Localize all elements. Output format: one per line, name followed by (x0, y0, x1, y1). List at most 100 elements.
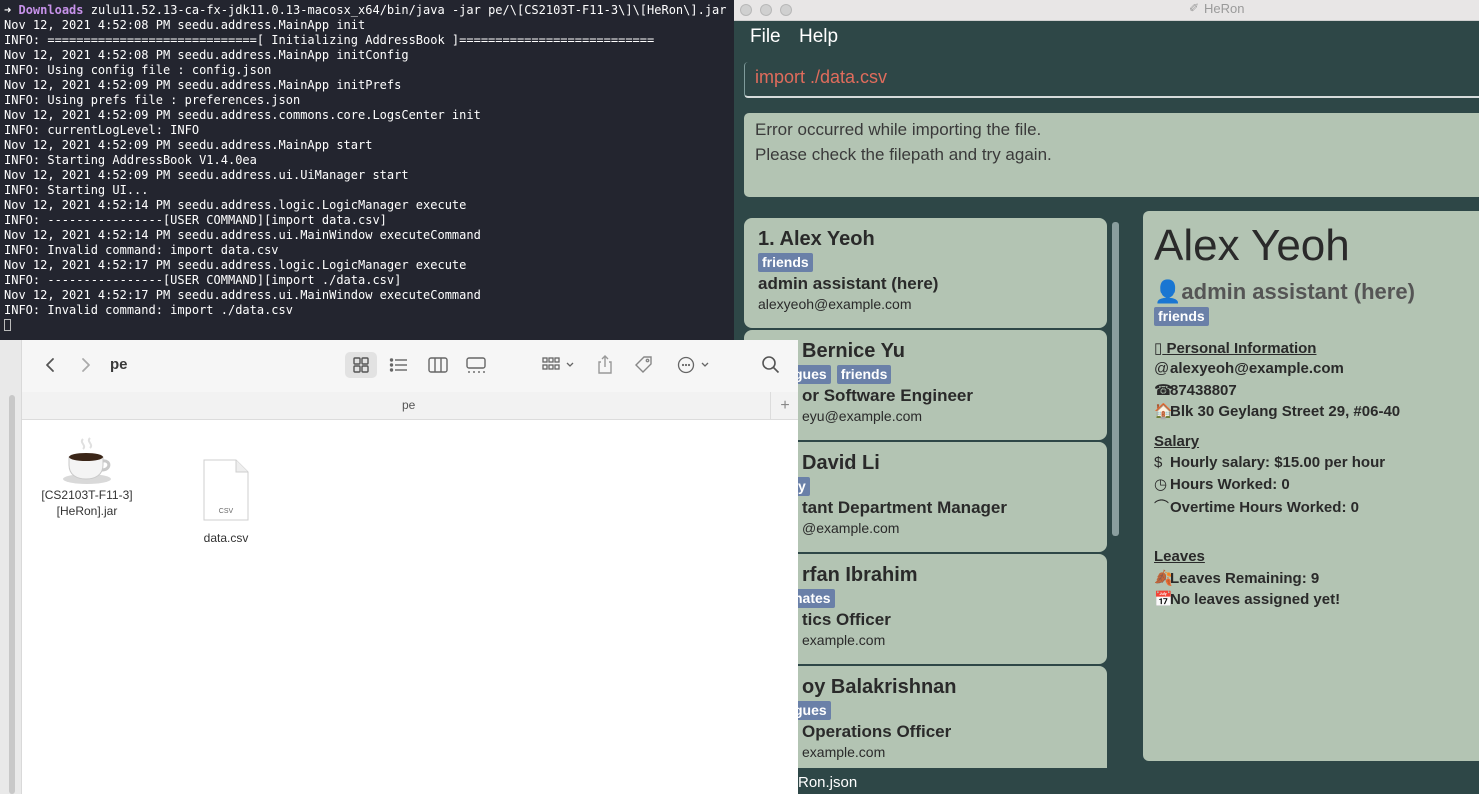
file-item[interactable]: CSV data.csv (196, 458, 256, 546)
person-email: example.com (802, 744, 886, 760)
terminal-window[interactable]: ➜ Downloads zulu11.52.13-ca-fx-jdk11.0.1… (0, 0, 734, 340)
minimize-window-button[interactable] (760, 4, 772, 16)
window-titlebar[interactable]: ✐ HeRon (734, 0, 1479, 21)
result-line: Please check the filepath and try again. (755, 145, 1052, 164)
person-detail-panel: Alex Yeoh 👤admin assistant (here) friend… (1143, 211, 1479, 761)
log-line: Nov 12, 2021 4:52:08 PM seedu.address.Ma… (4, 48, 409, 62)
detail-overtime: ⌒Overtime Hours Worked: 0 (1154, 496, 1359, 517)
person-card[interactable]: David Li y tant Department Manager @exam… (744, 442, 1107, 552)
search-icon[interactable] (758, 352, 784, 378)
menu-bar: File Help (734, 21, 1479, 55)
detail-hours-worked: ◷ Hours Worked: 0 (1154, 475, 1290, 493)
list-view-icon[interactable] (386, 352, 412, 378)
person-role: tics Officer (802, 610, 891, 629)
forward-chevron-icon[interactable] (74, 352, 96, 378)
command-input[interactable] (755, 67, 1455, 88)
file-item[interactable]: [CS2103T-F11-3] [HeRon].jar (34, 435, 140, 519)
person-card[interactable]: Bernice Yu gues friends or Software Engin… (744, 330, 1107, 440)
person-icon: 👤 (1154, 279, 1182, 304)
person-card[interactable]: oy Balakrishnan gues Operations Officer … (744, 666, 1107, 776)
command-box (744, 62, 1479, 98)
log-line: Nov 12, 2021 4:52:09 PM seedu.address.co… (4, 108, 481, 122)
finder-window[interactable]: pe pe + [CS2103T-F11-3] [HeRon].jar CSV … (0, 340, 798, 794)
log-line: Nov 12, 2021 4:52:17 PM seedu.address.lo… (4, 258, 467, 272)
person-card[interactable]: 1. Alex Yeoh friends admin assistant (he… (744, 218, 1107, 328)
detail-name: Alex Yeoh (1154, 221, 1350, 270)
detail-leaves-remaining-text: Leaves Remaining: 9 (1170, 570, 1320, 587)
file-name: [HeRon].jar (56, 504, 118, 518)
person-card[interactable]: rfan Ibrahim nates tics Officer example.… (744, 554, 1107, 664)
salary-heading: Salary (1154, 433, 1200, 450)
log-line: INFO: ----------------[USER COMMAND][imp… (4, 213, 387, 227)
at-icon: @ (1154, 360, 1170, 377)
window-title: HeRon (1204, 1, 1245, 16)
gallery-view-icon[interactable] (463, 352, 489, 378)
overtime-icon: ⌒ (1154, 499, 1170, 516)
person-name: 1. Alex Yeoh (758, 228, 875, 250)
csv-badge: CSV (219, 508, 234, 515)
detail-leaves-assigned: 📅No leaves assigned yet! (1154, 590, 1340, 608)
csv-document-icon: CSV (203, 459, 249, 521)
clock-icon: ◷ (1154, 476, 1168, 493)
result-display: Error occurred while importing the file.… (744, 113, 1479, 197)
person-role: admin assistant (here) (758, 274, 939, 293)
detail-hourly-salary: $ Hourly salary: $15.00 per hour (1154, 454, 1385, 471)
tag: friends (1154, 307, 1209, 326)
detail-tags: friends (1154, 307, 1215, 326)
sidebar-scrollbar[interactable] (9, 395, 15, 794)
person-tags: gues friends (790, 365, 897, 384)
detail-leaves-assigned-text: No leaves assigned yet! (1170, 591, 1341, 608)
file-name: data.csv (203, 531, 249, 545)
group-by-menu-icon[interactable] (538, 352, 578, 378)
finder-path-bar: pe + (22, 392, 798, 420)
log-line: Nov 12, 2021 4:52:14 PM seedu.address.lo… (4, 198, 467, 212)
log-line: INFO: currentLogLevel: INFO (4, 123, 200, 137)
log-line: INFO: Invalid command: import data.csv (4, 243, 279, 257)
log-line: INFO: Starting UI... (4, 183, 149, 197)
detail-address: 🏠Blk 30 Geylang Street 29, #06-40 (1154, 402, 1400, 420)
menu-file[interactable]: File (750, 26, 781, 48)
personal-info-heading: ▯ Personal Information (1154, 339, 1316, 357)
tag-icon[interactable] (631, 352, 657, 378)
heron-window[interactable]: ✐ HeRon File Help Error occurred while i… (734, 0, 1479, 794)
person-tags: friends (758, 253, 819, 272)
person-name: oy Balakrishnan (802, 676, 957, 698)
detail-email-text: alexyeoh@example.com (1170, 360, 1344, 377)
share-icon[interactable] (593, 352, 617, 378)
log-line: Nov 12, 2021 4:52:09 PM seedu.address.Ma… (4, 138, 373, 152)
menu-help[interactable]: Help (799, 26, 838, 48)
zoom-window-button[interactable] (780, 4, 792, 16)
detail-phone-text: 87438807 (1170, 382, 1237, 399)
terminal-cursor[interactable] (4, 319, 11, 331)
detail-email: @alexyeoh@example.com (1154, 360, 1344, 377)
tag: friends (758, 253, 813, 272)
log-line: Nov 12, 2021 4:52:17 PM seedu.address.ui… (4, 288, 481, 302)
person-name: Bernice Yu (802, 340, 906, 362)
app-feather-icon: ✐ (1189, 1, 1200, 15)
log-line: INFO: Using config file : config.json (4, 63, 272, 77)
phone-icon: ☎ (1154, 382, 1173, 399)
finder-sidebar (0, 340, 22, 794)
back-chevron-icon[interactable] (40, 352, 62, 378)
log-line: INFO: Starting AddressBook V1.4.0ea (4, 153, 257, 167)
detail-overtime-text: Overtime Hours Worked: 0 (1170, 499, 1359, 516)
java-coffee-icon (63, 437, 111, 484)
dollar-icon: $ (1154, 454, 1163, 471)
detail-role-text: admin assistant (here) (1181, 279, 1415, 304)
column-view-icon[interactable] (425, 352, 451, 378)
log-line: INFO: Using prefs file : preferences.jso… (4, 93, 301, 107)
detail-leaves-remaining: 🍂Leaves Remaining: 9 (1154, 569, 1319, 587)
detail-hourly-salary-text: Hourly salary: $15.00 per hour (1170, 454, 1386, 471)
icon-view-grid-icon[interactable] (345, 352, 377, 378)
more-actions-icon[interactable] (673, 352, 713, 378)
person-list-scrollbar[interactable] (1112, 222, 1119, 536)
person-name: rfan Ibrahim (802, 564, 918, 586)
close-window-button[interactable] (740, 4, 752, 16)
person-role: or Software Engineer (802, 386, 973, 405)
status-bar: Ron.json (734, 768, 1479, 794)
log-line: Nov 12, 2021 4:52:09 PM seedu.address.Ma… (4, 78, 402, 92)
add-tab-button[interactable]: + (770, 392, 798, 419)
log-line: INFO: Invalid command: import ./data.csv (4, 303, 293, 317)
log-line: Nov 12, 2021 4:52:09 PM seedu.address.ui… (4, 168, 409, 182)
tag: friends (836, 365, 892, 384)
